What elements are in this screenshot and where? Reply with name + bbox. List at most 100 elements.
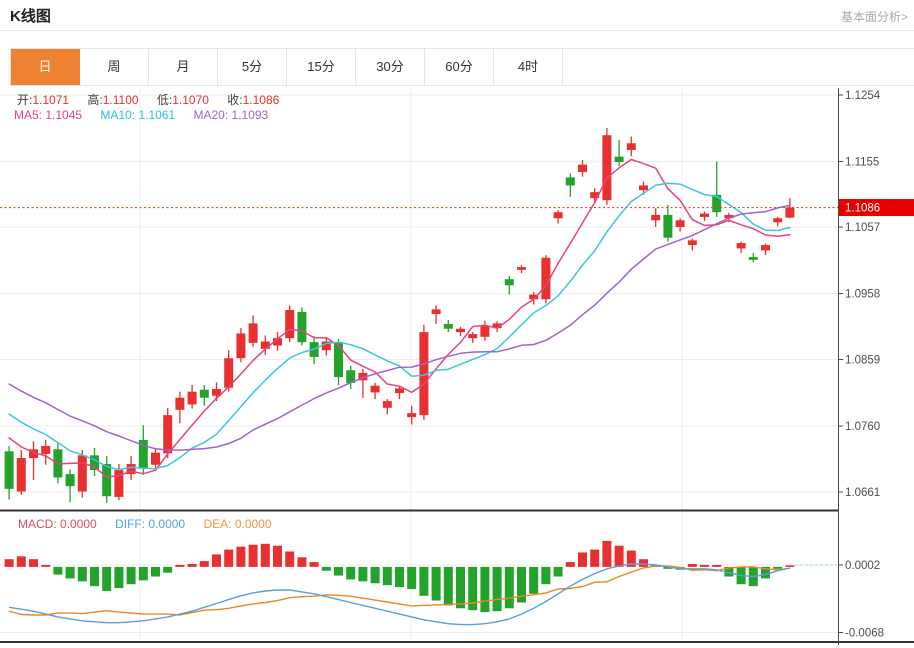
low-value: 1.1070 xyxy=(172,93,209,107)
macd-hist-bar xyxy=(114,566,124,589)
tab-5min[interactable]: 5分 xyxy=(218,49,287,85)
diff-label: DIFF: xyxy=(115,517,146,531)
ma10-label: MA10: xyxy=(100,108,136,122)
candle-body xyxy=(431,309,441,315)
tab-month[interactable]: 月 xyxy=(149,49,218,85)
macd-hist-bar xyxy=(687,564,697,567)
ma-readout: MA5: 1.1045 MA10: 1.1061 MA20: 1.1093 xyxy=(14,108,283,122)
candle-body xyxy=(468,334,478,339)
macd-hist-bar xyxy=(41,564,51,567)
candle-body xyxy=(382,401,392,408)
candle-body xyxy=(773,218,783,223)
price-tick-label: 1.1155 xyxy=(845,156,879,168)
macd-hist-bar xyxy=(419,566,429,596)
tab-60min[interactable]: 60分 xyxy=(425,49,494,85)
macd-hist-bar xyxy=(175,564,185,567)
candle-body xyxy=(236,333,246,359)
candle-body xyxy=(77,455,87,492)
current-price-badge-label: 1.1086 xyxy=(845,203,880,215)
candle-body xyxy=(651,214,661,221)
candle-body xyxy=(736,243,746,249)
candle-body xyxy=(712,194,722,213)
candle-body xyxy=(602,135,612,201)
price-tick-label: 1.1254 xyxy=(845,90,881,102)
tab-4hour[interactable]: 4时 xyxy=(494,49,563,85)
candle-body xyxy=(639,185,648,191)
candle-body xyxy=(16,458,26,492)
macd-hist-bar xyxy=(77,566,87,582)
macd-hist-bar xyxy=(492,566,502,612)
price-tick-label: 1.1057 xyxy=(845,222,880,234)
tab-30min[interactable]: 30分 xyxy=(356,49,425,85)
macd-hist-bar xyxy=(480,566,490,613)
macd-hist-bar xyxy=(639,559,648,567)
candle-body xyxy=(199,389,209,398)
close-value: 1.1086 xyxy=(242,93,280,107)
macd-hist-bar xyxy=(321,566,331,571)
ma20-label: MA20: xyxy=(193,108,229,122)
macd-hist-bar xyxy=(700,564,709,567)
macd-hist-bar xyxy=(407,566,417,590)
macd-hist-bar xyxy=(370,566,380,584)
candle-body xyxy=(565,177,575,186)
macd-hist-bar xyxy=(138,566,148,581)
macd-hist-bar xyxy=(773,566,783,569)
macd-hist-bar xyxy=(29,559,38,567)
macd-hist-bar xyxy=(395,566,404,588)
period-tabs: 日 周 月 5分 15分 30分 60分 4时 xyxy=(10,48,914,86)
tab-week[interactable]: 周 xyxy=(80,49,149,85)
candle-body xyxy=(748,257,758,260)
macd-value: 0.0000 xyxy=(60,517,97,531)
macd-hist-bar xyxy=(712,564,722,567)
ohlc-readout: 开:1.1071 高:1.1100 低:1.1070 收:1.1086 xyxy=(17,91,294,108)
high-label: 高: xyxy=(87,93,103,107)
macd-hist-bar xyxy=(553,566,563,577)
close-label: 收: xyxy=(227,93,243,107)
macd-hist-bar xyxy=(199,561,209,567)
macd-hist-bar xyxy=(334,566,343,576)
tabs-filler xyxy=(563,49,914,85)
candle-body xyxy=(700,213,709,217)
candle-body xyxy=(163,415,173,454)
candle-body xyxy=(65,474,75,487)
price-tick-label: 1.0859 xyxy=(845,355,880,367)
tab-day[interactable]: 日 xyxy=(11,49,80,85)
candle-body xyxy=(260,341,270,349)
macd-hist-bar xyxy=(187,564,197,567)
ma5-value: 1.1045 xyxy=(45,108,83,122)
macd-hist-bar xyxy=(102,566,112,591)
candle-body xyxy=(687,240,697,246)
macd-hist-bar xyxy=(224,549,234,567)
candle-body xyxy=(456,328,465,333)
tab-15min[interactable]: 15分 xyxy=(287,49,356,85)
candle-body xyxy=(175,397,185,410)
high-value: 1.1100 xyxy=(102,93,139,107)
price-tick-label: 1.0958 xyxy=(845,288,880,300)
macd-hist-bar xyxy=(151,566,160,577)
macd-hist-bar xyxy=(212,554,221,567)
macd-hist-bar xyxy=(236,546,246,567)
candle-body xyxy=(151,452,160,465)
fundamental-analysis-link[interactable]: 基本面分析> xyxy=(841,8,908,25)
candle-body xyxy=(761,245,770,251)
macd-hist-bar xyxy=(309,562,319,567)
price-tick-label: 1.0760 xyxy=(845,421,880,433)
ma10-value: 1.1061 xyxy=(138,108,176,122)
candle-body xyxy=(578,164,587,173)
macd-hist-bar xyxy=(297,557,307,567)
macd-hist-bar xyxy=(785,565,795,567)
macd-hist-bar xyxy=(541,566,551,585)
macd-hist-bar xyxy=(346,566,356,580)
macd-hist-bar xyxy=(285,551,295,567)
candle-body xyxy=(663,214,673,238)
candle-body xyxy=(334,342,343,377)
candle-body xyxy=(187,391,197,405)
candle-body xyxy=(614,156,624,163)
macd-hist-bar xyxy=(456,566,465,609)
macd-hist-bar xyxy=(16,556,26,567)
candle-body xyxy=(370,385,380,393)
macd-hist-bar xyxy=(126,566,136,585)
kline-chart[interactable]: 1.1254 1.1155 1.1057 1.0958 1.0859 1.0760 1.06… xyxy=(0,86,914,648)
macd-hist-bar xyxy=(4,559,14,567)
macd-hist-bar xyxy=(260,543,270,567)
